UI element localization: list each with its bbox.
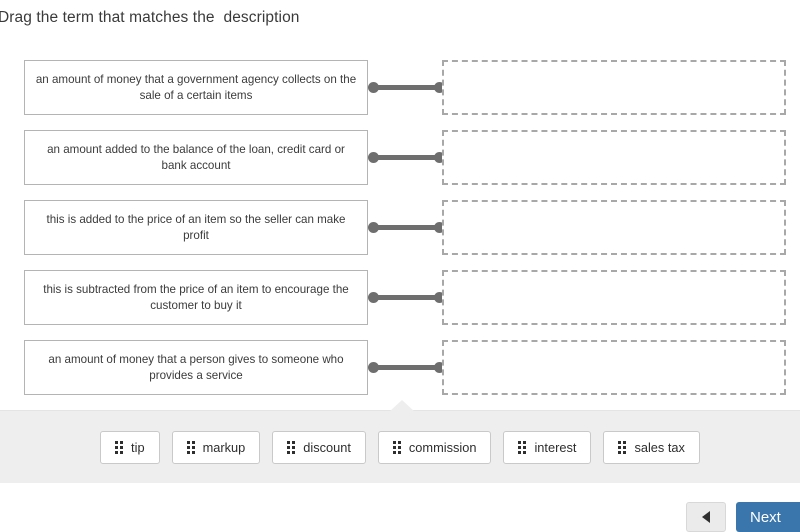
connector-line-5 [368,340,445,395]
description-text: an amount added to the balance of the lo… [47,142,345,172]
drag-handle-icon [287,441,296,454]
drag-handle-icon [518,441,527,454]
drag-handle-icon [186,441,195,454]
term-chip-label: commission [408,440,477,455]
term-tray: tip markup discount commission interest [0,400,800,485]
page-title: Drag the term that matches the descripti… [0,9,300,26]
description-text: an amount of money that a government age… [35,72,357,102]
description-text: this is subtracted from the price of an … [43,282,349,312]
drop-zone-5[interactable] [442,340,786,395]
drag-handle-icon [618,441,627,454]
next-button[interactable]: Next [736,502,800,532]
term-chip-label: sales tax [634,440,685,455]
description-text: this is added to the price of an item so… [46,212,346,242]
description-box-1: an amount of money that a government age… [24,60,368,115]
match-row: an amount added to the balance of the lo… [0,130,800,185]
match-row: this is added to the price of an item so… [0,200,800,255]
term-chip-interest[interactable]: interest [503,431,592,464]
term-chip-label: markup [202,440,246,455]
term-chip-commission[interactable]: commission [377,431,492,464]
description-box-3: this is added to the price of an item so… [24,200,368,255]
connector-bar [372,225,440,230]
connector-bar [372,295,440,300]
match-row: this is subtracted from the price of an … [0,270,800,325]
connector-line-4 [368,270,445,325]
term-chip-label: discount [303,440,351,455]
match-row: an amount of money that a government age… [0,60,800,115]
connector-line-3 [368,200,445,255]
matching-area: an amount of money that a government age… [0,60,800,410]
drop-zone-3[interactable] [442,200,786,255]
drop-zone-4[interactable] [442,270,786,325]
connector-bar [372,85,440,90]
connector-line-1 [368,60,445,115]
description-box-5: an amount of money that a person gives t… [24,340,368,395]
term-chip-discount[interactable]: discount [272,431,366,464]
drop-zone-1[interactable] [442,60,786,115]
term-chip-tip[interactable]: tip [100,431,160,464]
connector-bar [372,155,440,160]
drag-handle-icon [115,441,124,454]
drop-zone-2[interactable] [442,130,786,185]
back-arrow-icon [702,511,710,523]
connector-line-2 [368,130,445,185]
description-box-2: an amount added to the balance of the lo… [24,130,368,185]
term-chip-label: tip [131,440,145,455]
connector-bar [372,365,440,370]
term-chip-list: tip markup discount commission interest [0,411,800,484]
term-chip-label: interest [534,440,577,455]
drag-handle-icon [392,441,401,454]
term-chip-markup[interactable]: markup [171,431,261,464]
back-button[interactable] [686,502,726,532]
match-row: an amount of money that a person gives t… [0,340,800,395]
term-chip-sales-tax[interactable]: sales tax [603,431,700,464]
footer-navigation [0,483,800,532]
description-text: an amount of money that a person gives t… [48,352,344,382]
next-button-label: Next [750,508,781,526]
description-box-4: this is subtracted from the price of an … [24,270,368,325]
